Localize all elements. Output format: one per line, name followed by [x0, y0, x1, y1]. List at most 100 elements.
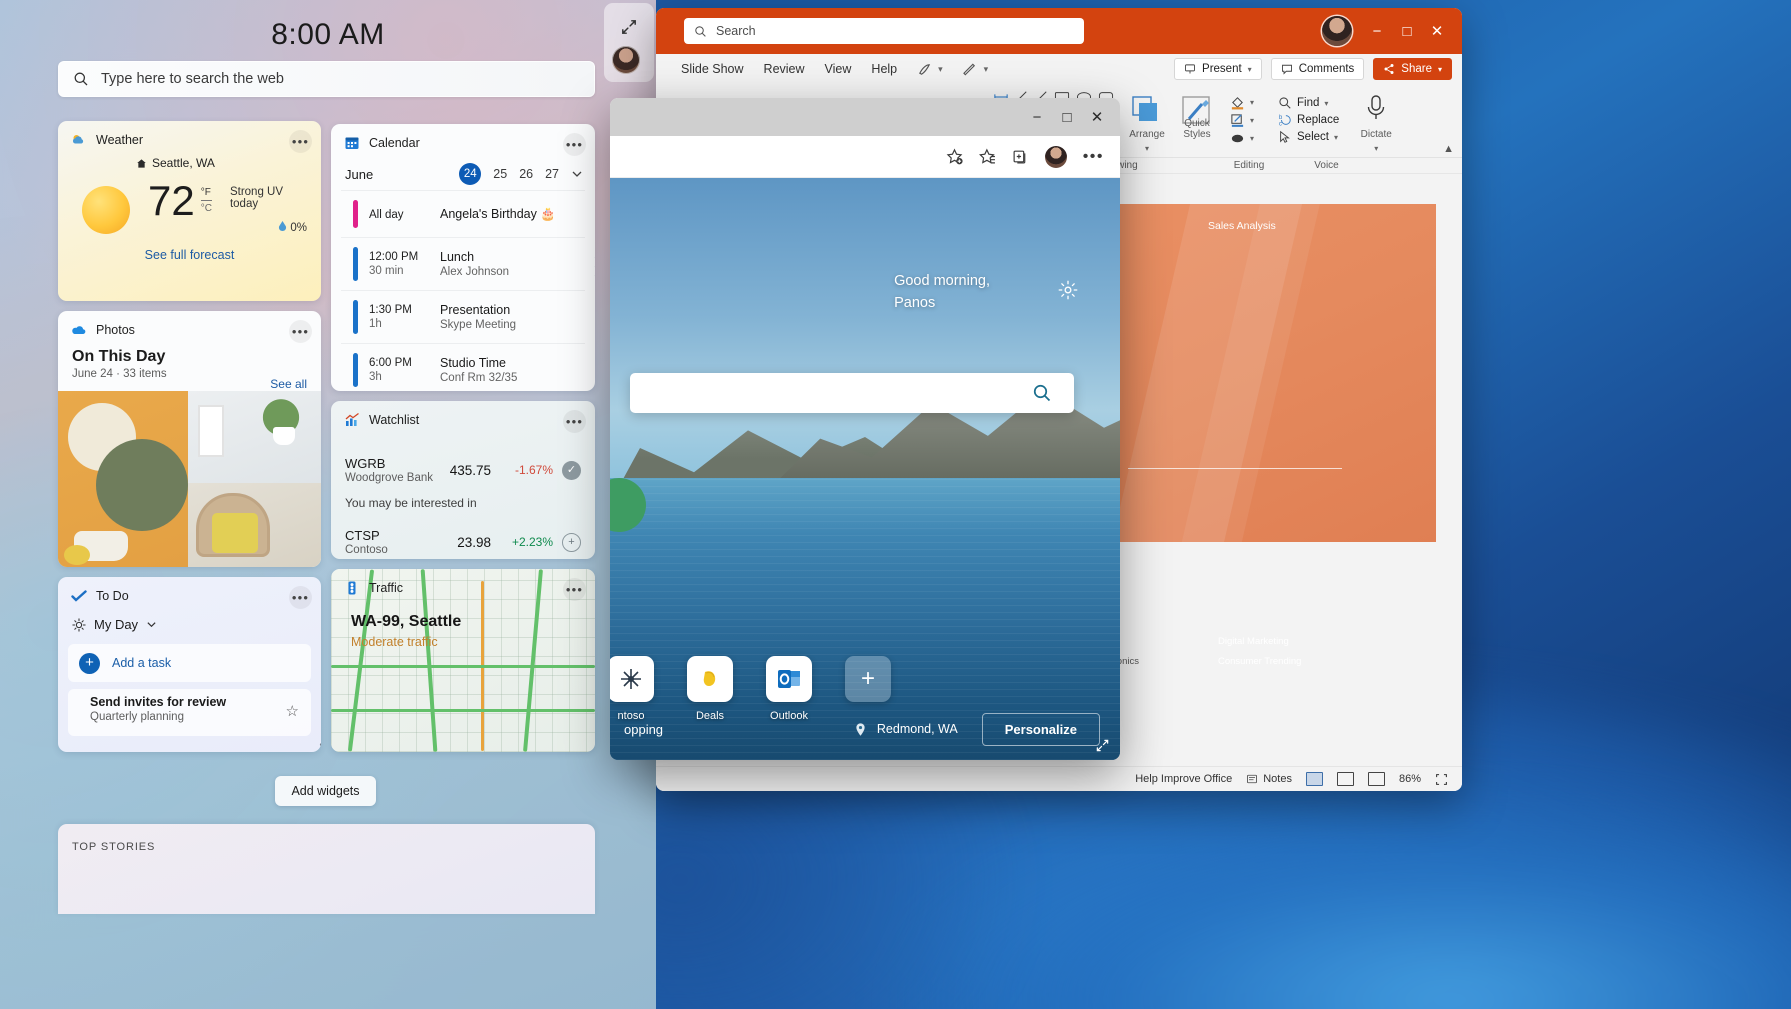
chevron-down-icon[interactable]: ▾ [984, 64, 989, 75]
tab-slide-show[interactable]: Slide Show [681, 62, 744, 76]
chevron-down-icon[interactable]: ▾ [938, 64, 943, 75]
view-slide-sorter-button[interactable] [1336, 772, 1354, 786]
traffic-widget[interactable]: Traffic ••• WA-99, Seattle Moderate traf… [331, 569, 595, 752]
user-avatar-rail[interactable] [612, 46, 640, 74]
help-improve-office-status[interactable]: Help Improve Office [1135, 773, 1232, 785]
chevron-down-icon[interactable]: ▾ [1438, 65, 1442, 74]
event-title: Studio Time [440, 356, 507, 370]
calendar-event-row[interactable]: All day Angela's Birthday 🎂 [341, 190, 585, 237]
powerpoint-status-bar: Help Improve Office Notes 86% [656, 766, 1462, 791]
calendar-event-row[interactable]: 1:30 PM 1h Presentation Skype Meeting [341, 290, 585, 343]
expand-icon[interactable] [1095, 738, 1110, 753]
photos-see-all-link[interactable]: See all [270, 377, 307, 391]
weather-see-forecast-link[interactable]: See full forecast [58, 248, 321, 262]
watchlist-row[interactable]: WGRB Woodgrove Bank 435.75 -1.67% ✓ [331, 450, 595, 484]
zoom-level[interactable]: 86% [1399, 773, 1421, 785]
share-button[interactable]: Share ▾ [1373, 58, 1452, 80]
powerpoint-maximize-button[interactable]: □ [1392, 16, 1422, 46]
photos-more-button[interactable]: ••• [289, 320, 312, 343]
todo-task-item[interactable]: Send invites for review Quarterly planni… [68, 689, 321, 752]
present-button[interactable]: Present ▾ [1174, 58, 1262, 80]
calendar-day-selected[interactable]: 24 [459, 163, 482, 185]
todo-widget[interactable]: To Do ••• My Day + Add a task Send invit… [58, 577, 321, 752]
shape-effects-button[interactable]: ▾ [1230, 131, 1254, 146]
chevron-down-icon[interactable]: ▾ [1334, 133, 1338, 142]
view-normal-button[interactable] [1305, 772, 1323, 786]
watchlist-widget[interactable]: Watchlist ••• WGRB Woodgrove Bank 435.75… [331, 401, 595, 559]
edge-minimize-button[interactable]: − [1022, 102, 1052, 132]
chevron-down-icon[interactable]: ▾ [1324, 99, 1328, 108]
gear-icon[interactable] [1058, 280, 1078, 300]
msn-shopping-label[interactable]: opping [624, 722, 663, 737]
tab-review[interactable]: Review [764, 62, 805, 76]
web-search-input[interactable]: Type here to search the web [58, 61, 595, 97]
chevron-down-icon[interactable]: ▾ [1250, 134, 1254, 143]
replace-button[interactable]: b c Replace [1278, 113, 1339, 127]
shape-fill-button[interactable]: ▾ [1230, 95, 1254, 110]
ribbon-group-voice[interactable]: Dictate ▾ [1357, 88, 1395, 156]
todo-more-button[interactable]: ••• [289, 586, 312, 609]
expand-icon[interactable] [620, 18, 638, 36]
view-reading-button[interactable] [1367, 772, 1385, 786]
add-favorite-icon[interactable] [946, 148, 963, 165]
weather-more-button[interactable]: ••• [289, 130, 312, 153]
edge-profile-avatar[interactable] [1044, 145, 1067, 168]
chevron-down-icon[interactable] [571, 168, 583, 180]
slide-thumbnail[interactable]: Sales Analysis [1120, 204, 1436, 542]
calendar-event-row[interactable]: 12:00 PM 30 min Lunch Alex Johnson ••• [341, 237, 595, 290]
weather-widget[interactable]: Weather ••• Seattle, WA 72 °F °C Strong … [58, 121, 321, 301]
chevron-down-icon[interactable]: ▾ [1250, 98, 1254, 107]
watchlist-row[interactable]: CTSP Contoso 23.98 +2.23% + [331, 522, 595, 556]
calendar-more-button[interactable]: ••• [563, 133, 586, 156]
chevron-down-icon[interactable]: ▾ [1374, 144, 1378, 153]
collapse-ribbon-icon[interactable]: ▲ [1443, 143, 1454, 155]
chevron-down-icon[interactable]: ▾ [1248, 65, 1252, 74]
comments-button[interactable]: Comments [1270, 58, 1365, 80]
msn-location[interactable]: Redmond, WA [853, 722, 958, 737]
tab-help[interactable]: Help [871, 62, 897, 76]
stock-added-icon[interactable]: ✓ [562, 460, 581, 480]
calendar-widget[interactable]: Calendar ••• June 24 25 26 27 All day An… [331, 124, 595, 391]
ribbon-group-quick-styles[interactable]: Quick Styles [1172, 88, 1222, 156]
add-widgets-button[interactable]: Add widgets [275, 776, 376, 806]
unit-fahrenheit[interactable]: °F [200, 187, 212, 201]
location-pin-icon [856, 722, 865, 736]
collections-icon[interactable] [1012, 148, 1029, 165]
notes-button[interactable]: Notes [1246, 773, 1292, 785]
shape-outline-button[interactable]: ▾ [1230, 113, 1254, 128]
event-color-bar [353, 247, 358, 281]
powerpoint-close-button[interactable]: ✕ [1422, 16, 1452, 46]
calendar-day-25[interactable]: 25 [493, 167, 507, 181]
watchlist-more-button[interactable]: ••• [563, 410, 586, 433]
ink-shape-icon[interactable] [917, 62, 932, 77]
photos-widget[interactable]: Photos ••• On This Day June 24 · 33 item… [58, 311, 321, 567]
ribbon-group-arrange[interactable]: Arrange ▾ [1122, 88, 1172, 156]
select-button[interactable]: Select ▾ [1278, 130, 1339, 144]
star-icon[interactable]: ☆ [286, 702, 299, 720]
chevron-down-icon[interactable]: ▾ [1145, 144, 1149, 153]
photo-thumbnail-1[interactable] [58, 391, 188, 567]
calendar-event-row[interactable]: 6:00 PM 3h Studio Time Conf Rm 32/35 [341, 343, 585, 391]
todo-list-selector[interactable]: My Day [58, 612, 321, 632]
favorites-list-icon[interactable] [978, 148, 996, 165]
powerpoint-minimize-button[interactable]: − [1362, 16, 1392, 46]
stock-add-icon[interactable]: + [562, 532, 581, 552]
todo-add-task-button[interactable]: + Add a task [68, 644, 311, 682]
photos-thumbnail-grid[interactable] [58, 391, 321, 567]
photo-thumbnail-2[interactable] [188, 391, 321, 483]
personalize-button[interactable]: Personalize [981, 712, 1100, 746]
photo-thumbnail-3[interactable] [188, 483, 321, 567]
pen-icon[interactable] [962, 62, 978, 77]
msn-search-input[interactable] [630, 373, 1074, 413]
find-button[interactable]: Find ▾ [1278, 96, 1339, 110]
tab-view[interactable]: View [825, 62, 852, 76]
calendar-day-27[interactable]: 27 [545, 167, 559, 181]
chevron-down-icon[interactable]: ▾ [1250, 116, 1254, 125]
powerpoint-account-avatar[interactable] [1322, 16, 1352, 46]
fit-to-window-icon[interactable] [1435, 773, 1448, 786]
edge-close-button[interactable]: ✕ [1082, 102, 1112, 132]
edge-maximize-button[interactable]: □ [1052, 102, 1082, 132]
powerpoint-search-input[interactable]: Search [684, 18, 1084, 44]
calendar-day-26[interactable]: 26 [519, 167, 533, 181]
unit-celsius[interactable]: °C [201, 203, 212, 214]
